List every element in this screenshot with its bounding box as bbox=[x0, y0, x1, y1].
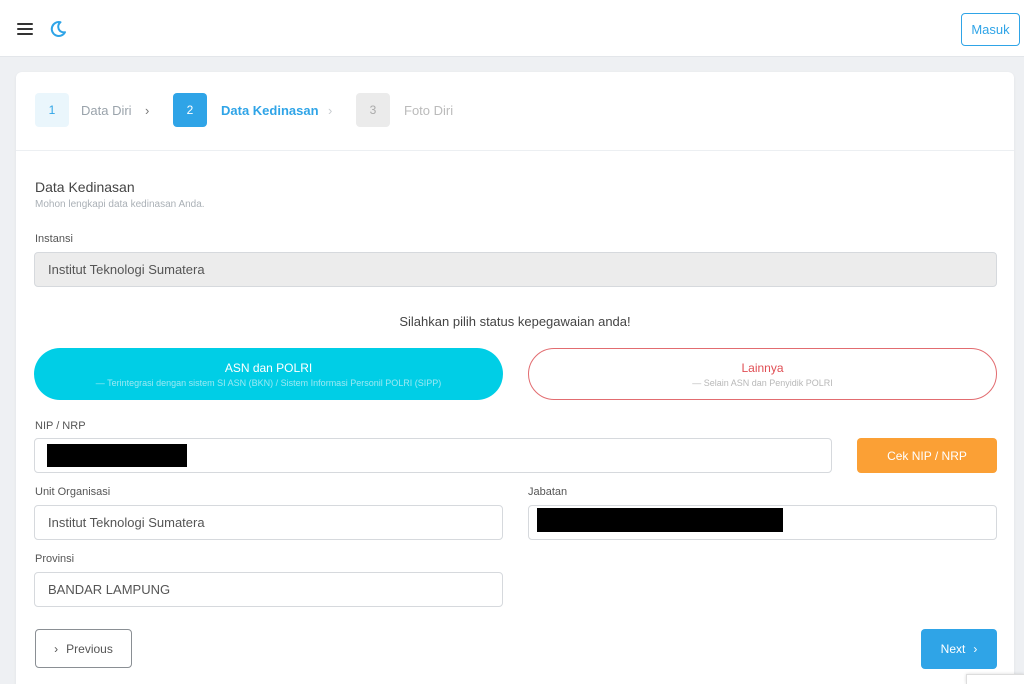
chevron-right-icon: › bbox=[328, 103, 333, 118]
check-nip-button[interactable]: Cek NIP / NRP bbox=[857, 438, 997, 473]
status-option-asn-title: ASN dan POLRI bbox=[224, 360, 313, 375]
login-button[interactable]: Masuk bbox=[961, 13, 1020, 46]
status-option-asn-subtitle: — Terintegrasi dengan sistem SI ASN (BKN… bbox=[95, 377, 442, 388]
next-button[interactable]: Next › bbox=[921, 629, 997, 669]
step-3-number[interactable]: 3 bbox=[356, 93, 390, 127]
provinsi-label: Provinsi bbox=[35, 553, 75, 565]
step-1-number[interactable]: 1 bbox=[35, 93, 69, 127]
redacted-nip bbox=[47, 444, 187, 467]
section-title: Data Kedinasan bbox=[35, 179, 135, 195]
step-3-label[interactable]: Foto Diri bbox=[404, 103, 453, 118]
provinsi-input[interactable]: BANDAR LAMPUNG bbox=[34, 572, 503, 607]
status-option-asn-polri[interactable]: ASN dan POLRI — Terintegrasi dengan sist… bbox=[34, 348, 503, 400]
instansi-label: Instansi bbox=[35, 233, 73, 245]
status-option-lainnya[interactable]: Lainnya — Selain ASN dan Penyidik POLRI bbox=[528, 348, 997, 400]
chevron-right-icon: › bbox=[54, 641, 59, 656]
previous-button[interactable]: › Previous bbox=[35, 629, 132, 668]
corner-widget bbox=[966, 674, 1024, 684]
status-option-lainnya-title: Lainnya bbox=[741, 360, 784, 375]
status-option-lainnya-subtitle: — Selain ASN dan Penyidik POLRI bbox=[692, 377, 833, 388]
step-1-label[interactable]: Data Diri bbox=[81, 103, 132, 118]
unit-organisasi-label: Unit Organisasi bbox=[35, 486, 111, 498]
step-2-number[interactable]: 2 bbox=[173, 93, 207, 127]
top-navbar: Masuk bbox=[0, 0, 1024, 57]
unit-organisasi-input[interactable]: Institut Teknologi Sumatera bbox=[34, 505, 503, 540]
status-prompt: Silahkan pilih status kepegawaian anda! bbox=[399, 314, 631, 329]
previous-button-label: Previous bbox=[66, 641, 113, 656]
chevron-right-icon: › bbox=[145, 103, 150, 118]
next-button-label: Next bbox=[940, 642, 966, 656]
stepper-divider bbox=[16, 150, 1014, 151]
instansi-field: Institut Teknologi Sumatera bbox=[34, 252, 997, 287]
hamburger-icon[interactable] bbox=[17, 23, 33, 35]
provinsi-value: BANDAR LAMPUNG bbox=[48, 582, 171, 597]
jabatan-label: Jabatan bbox=[528, 486, 568, 498]
section-subtitle: Mohon lengkapi data kedinasan Anda. bbox=[35, 199, 205, 210]
nip-label: NIP / NRP bbox=[35, 420, 86, 432]
redacted-jabatan bbox=[537, 508, 783, 532]
moon-icon[interactable] bbox=[48, 19, 68, 39]
unit-organisasi-value: Institut Teknologi Sumatera bbox=[48, 515, 205, 530]
instansi-value: Institut Teknologi Sumatera bbox=[48, 262, 205, 277]
step-2-label[interactable]: Data Kedinasan bbox=[221, 103, 319, 118]
chevron-right-icon: › bbox=[973, 642, 978, 656]
